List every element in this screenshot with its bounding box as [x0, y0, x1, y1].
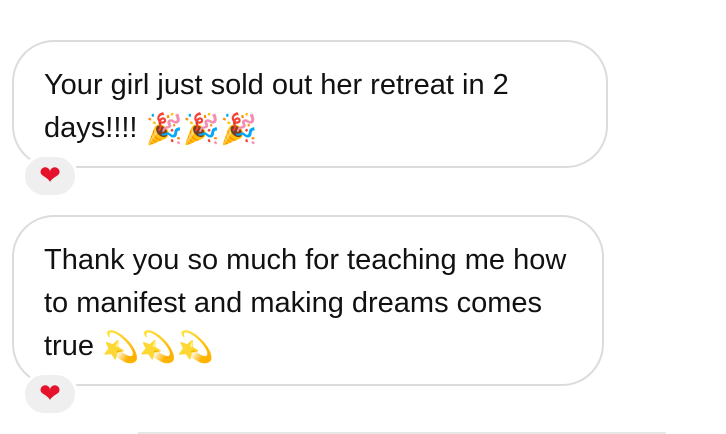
heart-icon: ❤ [39, 161, 61, 191]
dizzy-icon: 💫💫💫 [102, 330, 215, 365]
message-bubble-1[interactable]: Your girl just sold out her retreat in 2… [12, 40, 608, 168]
reaction-badge[interactable]: ❤ [22, 154, 78, 198]
party-popper-icon: 🎉🎉🎉 [145, 112, 258, 147]
reaction-badge[interactable]: ❤ [22, 372, 78, 416]
message-bubble-2[interactable]: Thank you so much for teaching me how to… [12, 215, 604, 386]
heart-icon: ❤ [39, 379, 61, 409]
message-text: Your girl just sold out her retreat in 2… [44, 69, 509, 144]
